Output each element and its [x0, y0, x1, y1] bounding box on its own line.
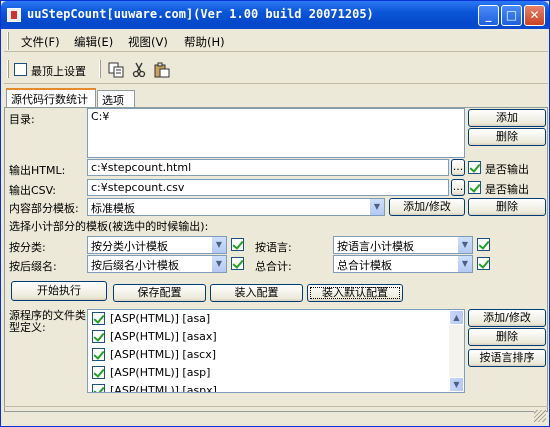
filetype-checkbox[interactable] [92, 384, 105, 392]
total-checkbox[interactable] [477, 257, 490, 270]
delete-filetype-button[interactable]: 删除 [468, 328, 546, 346]
template-value: 标准模板 [91, 202, 135, 215]
toolbar: 最顶上设置 [4, 54, 548, 84]
sort-by-language-button[interactable]: 按语言排序 [468, 349, 546, 367]
browse-html-button[interactable]: ... [451, 159, 465, 176]
out-html-check-label: 是否输出 [485, 163, 529, 176]
filetype-label-text: [ASP(HTML)] [asax] [110, 330, 217, 343]
start-button[interactable]: 开始执行 [11, 281, 107, 301]
title-bar[interactable]: uuStepCount[uuware.com](Ver 1.00 build 2… [1, 1, 549, 29]
resize-grip-icon[interactable] [534, 410, 546, 422]
scroll-down-icon[interactable]: ▼ [449, 377, 464, 392]
menubar-grip[interactable] [7, 32, 9, 50]
load-config-button[interactable]: 装入配置 [210, 284, 303, 302]
maximize-button[interactable]: □ [501, 5, 522, 26]
delete-template-button[interactable]: 删除 [468, 198, 546, 216]
template-select[interactable]: 标准模板 ▼ [87, 198, 385, 216]
dropdown-arrow-icon[interactable]: ▼ [211, 256, 226, 272]
cut-icon[interactable] [131, 62, 147, 78]
main-window: uuStepCount[uuware.com](Ver 1.00 build 2… [0, 0, 550, 427]
add-dir-button[interactable]: 添加 [468, 109, 546, 127]
delete-dir-button[interactable]: 删除 [468, 128, 546, 146]
paste-icon[interactable] [154, 62, 170, 78]
filetype-list[interactable]: [ASP(HTML)] [asa] [ASP(HTML)] [asax] [AS… [87, 309, 465, 393]
tab-panel: 目录: C:¥ 添加 删除 输出HTML: c:¥stepcount.html … [4, 107, 548, 412]
by-category-select[interactable]: 按分类小计模板 ▼ [87, 236, 227, 254]
filetype-label-text: [ASP(HTML)] [asp] [110, 366, 211, 379]
subtotal-note: 选择小计部分的模板(被选中的时候输出): [9, 220, 209, 233]
tab-strip: 源代码行数统计 选项 [4, 88, 548, 108]
total-label: 总合计: [255, 260, 292, 273]
out-html-label: 输出HTML: [9, 164, 66, 177]
list-item[interactable]: [ASP(HTML)] [aspx] [90, 382, 445, 393]
close-button[interactable]: ✕ [524, 5, 545, 26]
toolbar-grip[interactable] [7, 60, 9, 78]
by-category-label: 按分类: [9, 241, 46, 254]
out-html-field[interactable]: c:¥stepcount.html [87, 159, 449, 176]
topmost-label: 最顶上设置 [31, 65, 86, 78]
filetype-checkbox[interactable] [92, 312, 105, 325]
load-default-config-button[interactable]: 装入默认配置 [307, 284, 403, 302]
browse-csv-button[interactable]: ... [451, 179, 465, 196]
list-item[interactable]: [ASP(HTML)] [asax] [90, 328, 445, 346]
minimize-button[interactable]: _ [478, 5, 499, 26]
dropdown-arrow-icon[interactable]: ▼ [369, 199, 384, 215]
by-language-value: 按语言小计模板 [337, 240, 414, 253]
out-csv-label: 输出CSV: [9, 184, 56, 197]
save-config-button[interactable]: 保存配置 [113, 284, 206, 302]
add-filetype-button[interactable]: 添加/修改 [468, 309, 546, 327]
out-csv-field[interactable]: c:¥stepcount.csv [87, 179, 449, 196]
template-label: 内容部分模板: [9, 202, 79, 215]
menu-bar: 文件(F) 编辑(E) 视图(V) 帮助(H) [4, 30, 548, 52]
menu-file[interactable]: 文件(F) [21, 34, 60, 50]
list-item[interactable]: [ASP(HTML)] [ascx] [90, 346, 445, 364]
out-csv-checkbox[interactable] [468, 181, 481, 194]
tab-stepcount[interactable]: 源代码行数统计 [6, 88, 96, 108]
by-ext-label: 按后缀名: [9, 260, 57, 273]
tab-options[interactable]: 选项 [97, 90, 135, 107]
add-edit-template-button[interactable]: 添加/修改 [389, 198, 465, 216]
by-language-select[interactable]: 按语言小计模板 ▼ [333, 236, 473, 254]
filetype-label-text: [ASP(HTML)] [asa] [110, 312, 211, 325]
dropdown-arrow-icon[interactable]: ▼ [457, 237, 472, 253]
topmost-checkbox[interactable] [14, 63, 27, 76]
by-ext-value: 按后缀名小计模板 [91, 259, 179, 272]
filetype-checkbox[interactable] [92, 366, 105, 379]
filetype-label: 源程序的文件类型定义: [9, 309, 86, 334]
out-csv-check-label: 是否输出 [485, 183, 529, 196]
menu-edit[interactable]: 编辑(E) [74, 34, 113, 50]
list-item[interactable]: [ASP(HTML)] [asp] [90, 364, 445, 382]
filetype-label-text: [ASP(HTML)] [aspx] [110, 384, 217, 393]
by-category-value: 按分类小计模板 [91, 240, 168, 253]
window-title: uuStepCount[uuware.com](Ver 1.00 build 2… [27, 7, 374, 21]
dir-label: 目录: [9, 113, 35, 126]
by-category-checkbox[interactable] [231, 238, 244, 251]
by-ext-checkbox[interactable] [231, 257, 244, 270]
by-language-label: 按语言: [255, 241, 292, 254]
dropdown-arrow-icon[interactable]: ▼ [211, 237, 226, 253]
scroll-up-icon[interactable]: ▲ [449, 310, 464, 325]
menu-view[interactable]: 视图(V) [128, 34, 168, 50]
list-item[interactable]: [ASP(HTML)] [asa] [90, 310, 445, 328]
toolbar-separator [99, 60, 101, 78]
total-select[interactable]: 总合计模板 ▼ [333, 255, 473, 273]
app-icon [7, 8, 21, 22]
filetype-label-text: [ASP(HTML)] [ascx] [110, 348, 217, 361]
status-bar [4, 406, 548, 424]
dir-list[interactable]: C:¥ [87, 108, 465, 158]
by-ext-select[interactable]: 按后缀名小计模板 ▼ [87, 255, 227, 273]
copy-icon[interactable] [108, 62, 124, 78]
by-language-checkbox[interactable] [477, 238, 490, 251]
out-html-checkbox[interactable] [468, 161, 481, 174]
total-value: 总合计模板 [337, 259, 392, 272]
vertical-scrollbar[interactable]: ▲ ▼ [449, 310, 464, 392]
filetype-checkbox[interactable] [92, 330, 105, 343]
dropdown-arrow-icon[interactable]: ▼ [457, 256, 472, 272]
filetype-checkbox[interactable] [92, 348, 105, 361]
menu-help[interactable]: 帮助(H) [184, 34, 225, 50]
